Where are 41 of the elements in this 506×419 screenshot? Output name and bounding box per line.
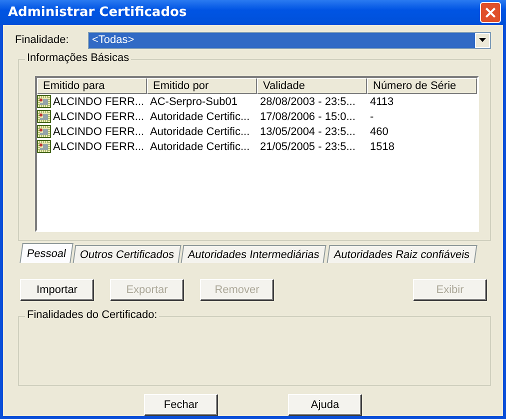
table-cell: Autoridade Certific... — [150, 110, 250, 122]
certificate-icon — [37, 95, 51, 108]
table-cell: - — [370, 110, 374, 122]
group-title: Informações Básicas — [25, 52, 132, 64]
tab[interactable]: Pessoal — [20, 243, 74, 263]
purpose-label: Finalidade: — [15, 34, 70, 46]
tab[interactable]: Autoridades Raiz confiáveis — [326, 245, 477, 263]
dialog-button[interactable]: Ajuda — [288, 394, 362, 416]
table-cell: AC-Serpro-Sub01 — [150, 96, 238, 108]
certificate-row[interactable]: ALCINDO FERR... AC-Serpro-Sub01 28/08/2003 - 23:5... 4113 — [37, 94, 477, 109]
tab[interactable]: Autoridades Intermediárias — [181, 245, 328, 263]
certificate-row[interactable]: ALCINDO FERR... Autoridade Certific... 21/05/2005 - 23:5... 1518 — [37, 139, 477, 154]
certificate-row[interactable]: ALCINDO FERR... Autoridade Certific... 17/08/2006 - 15:0... - — [37, 109, 477, 124]
table-cell: 1518 — [370, 140, 394, 152]
certificate-icon — [37, 125, 51, 138]
action-button[interactable]: Importar — [20, 279, 94, 301]
window-title: Administrar Certificados — [8, 5, 187, 20]
table-cell: ALCINDO FERR... — [53, 140, 144, 152]
table-cell: 4113 — [370, 96, 394, 108]
table-cell: ALCINDO FERR... — [53, 96, 144, 108]
dialog-button[interactable]: Fechar — [144, 394, 218, 416]
table-cell: 21/05/2005 - 23:5... — [260, 140, 356, 152]
table-cell: Autoridade Certific... — [150, 140, 250, 152]
column-header[interactable]: Emitido por — [147, 78, 257, 94]
table-cell: 28/08/2003 - 23:5... — [260, 96, 356, 108]
table-cell: Autoridade Certific... — [150, 126, 250, 138]
certificate-icon — [37, 140, 51, 153]
group-title: Finalidades do Certificado: — [25, 309, 160, 321]
column-header[interactable]: Número de Série — [367, 78, 477, 94]
column-header[interactable]: Validade — [257, 78, 367, 94]
close-button[interactable]: × — [480, 2, 501, 23]
table-cell: 17/08/2006 - 15:0... — [260, 110, 356, 122]
table-cell: ALCINDO FERR... — [53, 110, 144, 122]
table-cell: 13/05/2004 - 23:5... — [260, 126, 356, 138]
table-cell: 460 — [370, 126, 388, 138]
column-header[interactable]: Emitido para — [37, 78, 147, 94]
tab[interactable]: Outros Certificados — [72, 245, 182, 263]
purpose-dropdown[interactable]: <Todas> — [88, 32, 491, 48]
table-cell: ALCINDO FERR... — [53, 126, 144, 138]
certificate-row[interactable]: ALCINDO FERR... Autoridade Certific... 13/05/2004 - 23:5... 460 — [37, 124, 477, 139]
certificate-icon — [37, 110, 51, 123]
